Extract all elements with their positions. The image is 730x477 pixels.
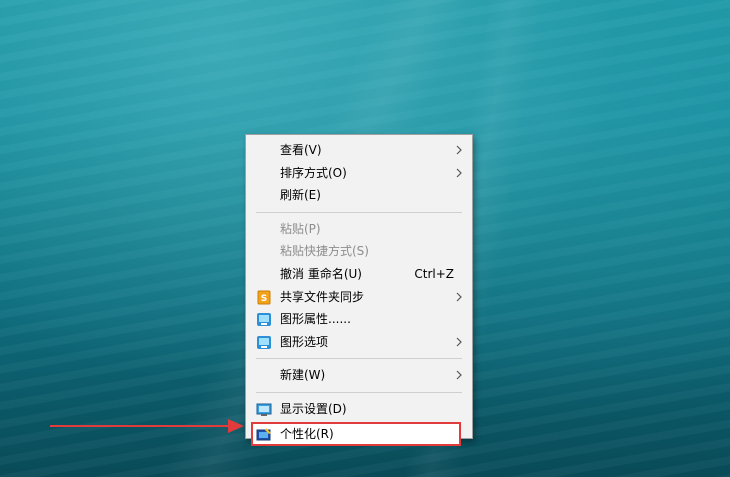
chevron-right-icon xyxy=(456,337,462,347)
sync-folder-icon: S xyxy=(257,290,271,305)
menu-separator xyxy=(256,211,462,213)
menu-item-personalize[interactable]: 个性化(R) xyxy=(251,421,461,447)
menu-item-view[interactable]: 查看(V) xyxy=(246,139,472,162)
menu-item-label: 共享文件夹同步 xyxy=(280,289,365,304)
display-icon xyxy=(256,403,272,416)
desktop-context-menu: 查看(V) 排序方式(O) 刷新(E) 粘贴(P) 粘贴快捷方式(S) 撤消 重… xyxy=(245,134,473,447)
menu-item-label: 显示设置(D) xyxy=(280,401,347,416)
menu-item-label: 图形属性...... xyxy=(280,312,351,327)
menu-item-display-settings[interactable]: 显示设置(D) xyxy=(246,398,472,421)
red-annotation-arrow-icon xyxy=(50,419,244,433)
menu-item-label: 图形选项 xyxy=(280,334,329,349)
menu-item-share-folder-sync[interactable]: S 共享文件夹同步 xyxy=(246,286,472,309)
menu-item-refresh[interactable]: 刷新(E) xyxy=(246,184,472,207)
intel-graphics-icon xyxy=(257,313,271,327)
menu-item-label: 个性化(R) xyxy=(280,426,334,441)
chevron-right-icon xyxy=(456,168,462,178)
menu-item-new[interactable]: 新建(W) xyxy=(246,364,472,387)
menu-item-paste[interactable]: 粘贴(P) xyxy=(246,218,472,241)
menu-item-undo-rename[interactable]: 撤消 重命名(U) Ctrl+Z xyxy=(246,263,472,286)
chevron-right-icon xyxy=(456,370,462,380)
menu-item-paste-shortcut[interactable]: 粘贴快捷方式(S) xyxy=(246,240,472,263)
menu-item-label: 新建(W) xyxy=(280,368,326,383)
menu-item-label: 排序方式(O) xyxy=(280,165,347,180)
menu-separator xyxy=(256,391,462,393)
menu-item-label: 粘贴(P) xyxy=(280,221,321,236)
chevron-right-icon xyxy=(456,145,462,155)
menu-item-graphics-properties[interactable]: 图形属性...... xyxy=(246,308,472,331)
menu-item-shortcut: Ctrl+Z xyxy=(414,266,454,281)
personalize-icon xyxy=(256,427,271,441)
svg-text:S: S xyxy=(261,294,267,304)
desktop-background[interactable]: 查看(V) 排序方式(O) 刷新(E) 粘贴(P) 粘贴快捷方式(S) 撤消 重… xyxy=(0,0,730,477)
menu-item-label: 撤消 重命名(U) xyxy=(280,266,362,281)
menu-item-graphics-options[interactable]: 图形选项 xyxy=(246,331,472,354)
menu-item-label: 粘贴快捷方式(S) xyxy=(280,244,369,259)
menu-item-label: 刷新(E) xyxy=(280,188,321,203)
chevron-right-icon xyxy=(456,292,462,301)
intel-graphics-icon xyxy=(257,335,271,349)
menu-item-label: 查看(V) xyxy=(280,143,322,157)
menu-item-sort-by[interactable]: 排序方式(O) xyxy=(246,162,472,185)
menu-separator xyxy=(256,358,462,360)
